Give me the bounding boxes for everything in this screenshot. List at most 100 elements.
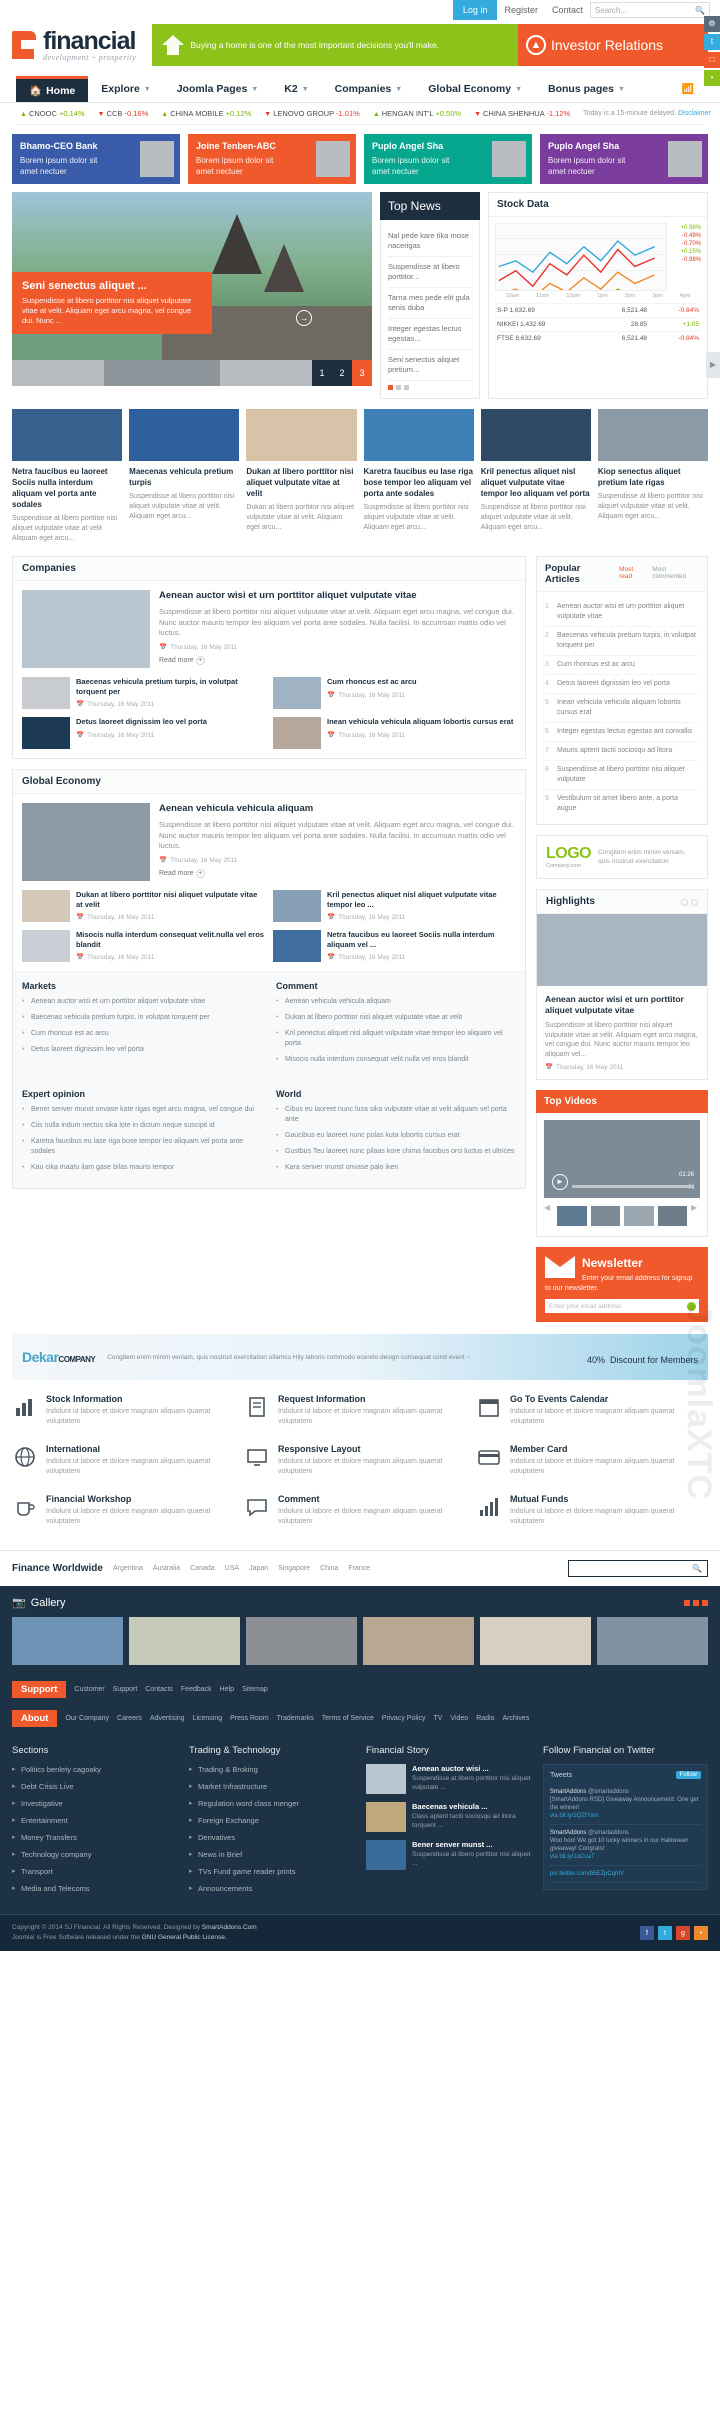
story-item[interactable]: Aenean auctor wisi ... Suspendisse at lib…	[366, 1764, 531, 1794]
contact-link[interactable]: Contact	[545, 0, 590, 20]
list-item[interactable]: Media and Telecoms	[12, 1883, 177, 1894]
support-link[interactable]: Support	[113, 1686, 138, 1693]
service-item[interactable]: Financial Workshop Indolunt ut labore et …	[12, 1494, 244, 1544]
list-item[interactable]: Gaucibus eu laoreet nunc polas kuta lobo…	[276, 1131, 516, 1141]
news-card[interactable]: Dukan at libero porttitor nisi aliquet v…	[246, 409, 357, 544]
gallery-pager[interactable]	[684, 1599, 708, 1606]
twitter-tab[interactable]: Tweets	[550, 1772, 572, 1779]
nav-item-global-economy[interactable]: Global Economy ▼	[415, 76, 535, 102]
mini-article[interactable]: Kril penectus aliquet nisl aliquet vulpu…	[273, 890, 516, 922]
mini-article[interactable]: Cum rhoncus est ac arcu 📅 Thursday, 16 May…	[273, 677, 516, 709]
service-item[interactable]: International Indolunt ut labore et dolor…	[12, 1444, 244, 1494]
top-news-pager[interactable]	[388, 381, 472, 392]
nav-item-home[interactable]: 🏠 Home	[16, 76, 89, 102]
list-item[interactable]: 5 Inean vehicula vehicula aliquam loborti…	[545, 694, 699, 723]
slide-next-tab[interactable]: ▶	[706, 352, 720, 378]
list-item[interactable]: 2 Baecenas vehicula pretium turpis, in vo…	[545, 627, 699, 656]
site-logo[interactable]: financial development ~ prosperity	[12, 28, 136, 62]
tweet-item[interactable]: SmartAddons @smartaddons Woo hoo! We got …	[550, 1825, 701, 1866]
about-link[interactable]: Archives	[502, 1715, 529, 1722]
investor-relations-button[interactable]: ▲ Investor Relations	[518, 24, 708, 66]
tab-most-read[interactable]: Most read	[619, 566, 646, 580]
mini-article[interactable]: Inean vehicula vehicula aliquam lobortis…	[273, 717, 516, 749]
search-input[interactable]: Search... 🔍	[590, 2, 710, 18]
gallery-item[interactable]	[129, 1617, 240, 1665]
list-item[interactable]: Gustbus Teu laoreet nunc pilaas kore chi…	[276, 1147, 516, 1157]
list-item[interactable]: Transport	[12, 1866, 177, 1877]
list-item[interactable]: Bener senver munst onvase kate rigas ege…	[22, 1105, 262, 1115]
list-item[interactable]: Kara senver munst onvase palo iken	[276, 1163, 516, 1173]
discount-strip[interactable]: DekarCOMPANY Congitem enim minim veniam,…	[12, 1334, 708, 1380]
list-item[interactable]: Foreign Exchange	[189, 1815, 354, 1826]
ticker-item[interactable]: ▲ CNOOC +0.14%	[20, 109, 85, 118]
about-link[interactable]: Licensing	[193, 1715, 223, 1722]
about-link[interactable]: Our Company	[65, 1715, 109, 1722]
nav-item-companies[interactable]: Companies ▼	[322, 76, 416, 102]
about-link[interactable]: Privacy Policy	[382, 1715, 426, 1722]
smartaddons-link[interactable]: SmartAddons.Com	[202, 1924, 257, 1931]
next-icon[interactable]: ▶	[691, 1203, 700, 1229]
search-icon[interactable]: 🔍	[695, 6, 705, 15]
slide-thumb[interactable]	[12, 360, 104, 386]
mini-article[interactable]: Misocis nulla interdum consequat velit.n…	[22, 930, 265, 962]
about-link[interactable]: Press Room	[230, 1715, 269, 1722]
lead-article[interactable]: Aenean auctor wisi et urn porttitor aliq…	[22, 590, 516, 668]
news-card[interactable]: Kril penectus aliquet nisl aliquet vulpu…	[480, 409, 591, 544]
country-link[interactable]: Japan	[249, 1565, 268, 1572]
service-item[interactable]: Stock Information Indolunt ut labore et d…	[12, 1394, 244, 1444]
service-item[interactable]: Go To Events Calendar Indolunt ut labore …	[476, 1394, 708, 1444]
service-item[interactable]: Responsive Layout Indolunt ut labore et d…	[244, 1444, 476, 1494]
play-icon[interactable]: ►	[552, 1174, 568, 1190]
list-item[interactable]: Dukan at libero porttitor nisi aliquet v…	[276, 1013, 516, 1023]
video-player[interactable]: ► 01:26 ⛶	[544, 1120, 700, 1198]
country-link[interactable]: Singapore	[278, 1565, 310, 1572]
list-item[interactable]: Baecenas vehicula pretium turpis, in vol…	[22, 1013, 262, 1023]
highlights-pager[interactable]	[681, 896, 698, 906]
top-news-item[interactable]: Suspendisse at libero porttitor...	[388, 257, 472, 288]
list-item[interactable]: Entertainment	[12, 1815, 177, 1826]
about-link[interactable]: Terms of Service	[322, 1715, 374, 1722]
top-news-item[interactable]: Nal pede kare tika mose nacerigas	[388, 226, 472, 257]
list-item[interactable]: Cum rhoncus est ac arcu	[22, 1029, 262, 1039]
table-row[interactable]: FTSE 8,632.69 6,521.48 -0.84%	[497, 331, 699, 345]
login-button[interactable]: Log in	[452, 0, 498, 20]
about-link[interactable]: Video	[450, 1715, 468, 1722]
slide-thumb[interactable]	[220, 360, 312, 386]
layout-icon[interactable]: □	[704, 52, 720, 68]
about-link[interactable]: Trademarks	[277, 1715, 314, 1722]
read-more-link[interactable]: Read more +	[159, 655, 516, 665]
rss-icon[interactable]: •	[704, 70, 720, 86]
table-row[interactable]: NIKKEI 1,432.69 28.85 +1.05	[497, 317, 699, 331]
mini-article[interactable]: Baecenas vehicula pretium turpis, in vol…	[22, 677, 265, 709]
news-card[interactable]: Maecenas vehicula pretium turpis Suspendi…	[129, 409, 240, 544]
table-row[interactable]: S-P 1,632.69 6,521.48 -0.84%	[497, 303, 699, 317]
news-card[interactable]: Karetra faucibus eu lase riga bose tempo…	[363, 409, 474, 544]
video-thumb[interactable]	[624, 1206, 654, 1226]
list-item[interactable]: Investigative	[12, 1798, 177, 1809]
promo-box[interactable]: Puplo Angel Sha Borem ipsum dolor sit am…	[364, 134, 532, 184]
promo-box[interactable]: Bhamo-CEO Bank Borem ipsum dolor sit ame…	[12, 134, 180, 184]
nav-item-bonus-pages[interactable]: Bonus pages ▼	[535, 76, 638, 102]
mini-article[interactable]: Detus laoreet dignissim leo vel porta 📅 Th…	[22, 717, 265, 749]
list-item[interactable]: Cibus eu laoreet nunc luza sika vulputat…	[276, 1105, 516, 1125]
nav-item-explore[interactable]: Explore ▼	[88, 76, 163, 102]
service-item[interactable]: Request Information Indolunt ut labore et…	[244, 1394, 476, 1444]
about-link[interactable]: Careers	[117, 1715, 142, 1722]
ticker-item[interactable]: ▼ CHINA SHENHUA -1.12%	[474, 109, 570, 118]
slide-thumb[interactable]	[104, 360, 220, 386]
top-news-item[interactable]: Integer egestas lectus egestas...	[388, 319, 472, 350]
top-news-item[interactable]: Seni senectus aliquet pretium...	[388, 350, 472, 381]
list-item[interactable]: 8 Suspendisse at libero porttitor nisi al…	[545, 761, 699, 790]
support-link[interactable]: Feedback	[181, 1686, 212, 1693]
service-item[interactable]: Mutual Funds Indolunt ut labore et dolore…	[476, 1494, 708, 1544]
country-link[interactable]: USA	[225, 1565, 239, 1572]
arrow-right-icon[interactable]: →	[296, 310, 312, 326]
lead-article[interactable]: Aenean vehicula vehicula aliquam Suspend…	[22, 803, 516, 881]
register-link[interactable]: Register	[497, 0, 545, 20]
list-item[interactable]: Announcements	[189, 1883, 354, 1894]
newsletter-email-input[interactable]: Enter your email address	[545, 1299, 699, 1313]
slide-page-1[interactable]: 1	[312, 360, 332, 386]
list-item[interactable]: 1 Aenean auctor wisi et urn porttitor ali…	[545, 598, 699, 627]
country-link[interactable]: France	[348, 1565, 370, 1572]
nav-item-k2[interactable]: K2 ▼	[271, 76, 321, 102]
